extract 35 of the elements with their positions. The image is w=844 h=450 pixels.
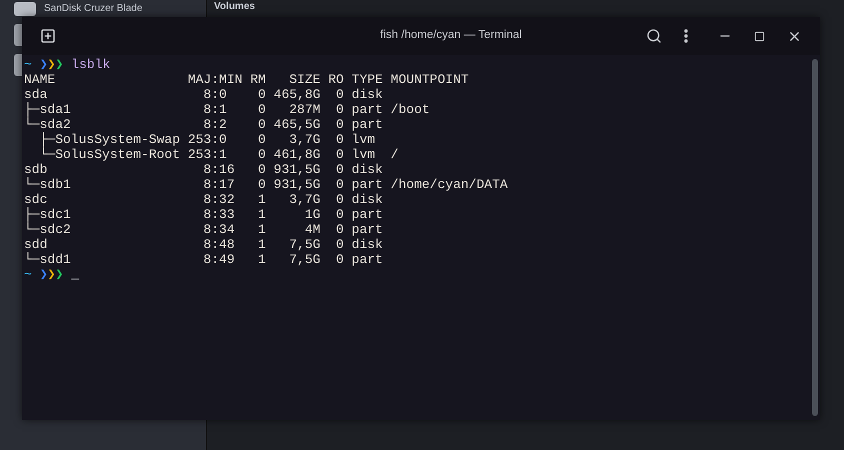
terminal-output-line: sdc 8:32 1 3,7G 0 disk xyxy=(24,192,384,207)
terminal-output-line: └─sdd1 8:49 1 7,5G 0 part xyxy=(24,252,384,267)
prompt-chevron: ❯ xyxy=(48,57,56,72)
text-cursor: _ xyxy=(71,267,80,282)
prompt-cwd: ~ xyxy=(24,57,32,72)
maximize-button[interactable] xyxy=(754,30,765,42)
terminal-output-line: ├─SolusSystem-Swap 253:0 0 3,7G 0 lvm xyxy=(38,132,376,147)
scrollbar[interactable] xyxy=(812,59,818,416)
new-tab-button[interactable] xyxy=(40,28,56,44)
terminal-output-line: sdb 8:16 0 931,5G 0 disk xyxy=(24,162,384,177)
terminal-output-line: └─sdb1 8:17 0 931,5G 0 part /home/cyan/DATA xyxy=(24,177,509,192)
terminal-output-line: └─SolusSystem-Root 253:1 0 461,8G 0 lvm / xyxy=(38,147,400,162)
prompt-chevron: ❯ xyxy=(40,57,48,72)
prompt-cwd: ~ xyxy=(24,267,32,282)
section-heading: Volumes xyxy=(214,1,256,13)
maximize-icon xyxy=(754,30,765,42)
prompt-chevron: ❯ xyxy=(40,267,48,282)
prompt-chevron: ❯ xyxy=(48,267,56,282)
prompt-chevron: ❯ xyxy=(55,57,64,72)
search-button[interactable] xyxy=(646,28,662,44)
terminal-output-line: ├─sda1 8:1 0 287M 0 part /boot xyxy=(24,102,431,117)
command-text: lsblk xyxy=(71,57,110,72)
menu-button[interactable] xyxy=(684,29,688,43)
terminal-output-line: sdd 8:48 1 7,5G 0 disk xyxy=(24,237,384,252)
terminal-output-line: └─sda2 8:2 0 465,5G 0 part xyxy=(24,117,384,132)
menu-icon xyxy=(684,29,688,43)
window-title: fish /home/cyan — Terminal xyxy=(379,28,523,44)
terminal-output-line: └─sdc2 8:34 1 4M 0 part xyxy=(24,222,384,237)
prompt-chevron: ❯ xyxy=(55,267,64,282)
terminal-output-line: sda 8:0 0 465,8G 0 disk xyxy=(24,87,384,102)
search-icon xyxy=(646,28,662,44)
terminal-output-line: NAME MAJ:MIN RM SIZE RO TYPE MOUNTPOINT xyxy=(24,72,470,87)
device-name[interactable]: SanDisk Cruzer Blade xyxy=(44,1,142,16)
terminal-output-line: ├─sdc1 8:33 1 1G 0 part xyxy=(24,207,384,222)
new-tab-icon xyxy=(40,28,56,44)
